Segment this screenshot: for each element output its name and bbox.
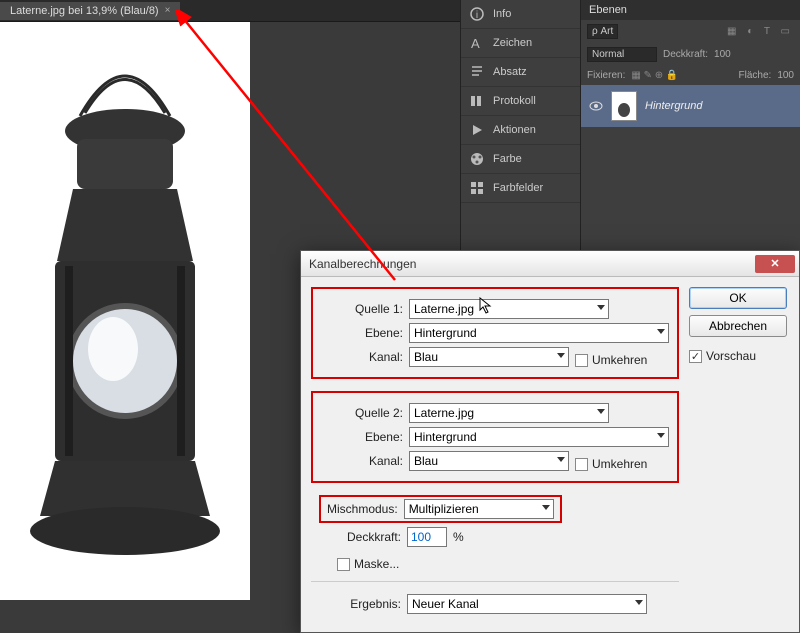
checkbox-icon [337,558,350,571]
close-icon[interactable]: ✕ [755,255,795,273]
panel-info[interactable]: i Info [461,0,580,29]
lock-icons[interactable]: ▦ ✎ ⊕ 🔒 [631,70,678,81]
lantern-image [25,61,225,561]
chevron-down-icon [657,329,665,334]
panel-color[interactable]: Farbe [461,145,580,174]
panel-label: Zeichen [493,37,532,49]
document-tab[interactable]: Laterne.jpg bei 13,9% (Blau/8) × [0,2,181,20]
panel-label: Protokoll [493,95,536,107]
calculations-dialog: Kanalberechnungen ✕ Quelle 1: Laterne.jp… [300,250,800,633]
chevron-down-icon [597,409,605,414]
actions-icon [469,122,485,138]
panel-para[interactable]: Absatz [461,58,580,87]
swatch-icon [469,180,485,196]
panel-label: Farbe [493,153,522,165]
opacity-label: Deckkraft: [319,530,401,544]
layer-thumbnail [611,91,637,121]
blend-label: Mischmodus: [327,502,398,516]
opacity-label: Deckkraft: [663,49,708,60]
checkbox-icon [575,458,588,471]
source2-group: Quelle 2: Laterne.jpg Ebene: Hintergrund… [311,391,679,483]
layers-panel: Ebenen ρ Art ▦ ◐ T ▭ Normal Deckkraft: 1… [580,0,800,250]
svg-text:i: i [476,10,478,21]
cursor-icon [479,297,493,315]
source1-group: Quelle 1: Laterne.jpg Ebene: Hintergrund… [311,287,679,379]
panel-history[interactable]: Protokoll [461,87,580,116]
document-canvas[interactable] [0,22,250,600]
layer-filter[interactable]: ρ Art [587,24,618,39]
panel-char[interactable]: A Zeichen [461,29,580,58]
chevron-down-icon [542,505,550,510]
src2-select[interactable]: Laterne.jpg [409,403,609,423]
layer-row-background[interactable]: Hintergrund [581,85,800,127]
checkbox-icon: ✓ [689,350,702,363]
lock-label: Fixieren: [587,70,625,81]
result-label: Ergebnis: [319,597,401,611]
chevron-down-icon [557,353,565,358]
panel-actions[interactable]: Aktionen [461,116,580,145]
src2-invert-check[interactable]: Umkehren [575,457,647,471]
src1-select[interactable]: Laterne.jpg [409,299,609,319]
src1-chan-label: Kanal: [321,350,403,364]
blend-group: Mischmodus: Multiplizieren [319,495,562,523]
src1-chan-select[interactable]: Blau [409,347,569,367]
src2-label: Quelle 2: [321,406,403,420]
dialog-titlebar[interactable]: Kanalberechnungen ✕ [301,251,799,277]
src1-layer-select[interactable]: Hintergrund [409,323,669,343]
src2-chan-label: Kanal: [321,454,403,468]
panel-label: Absatz [493,66,527,78]
chevron-down-icon [657,433,665,438]
src1-label: Quelle 1: [321,302,403,316]
panel-swatches[interactable]: Farbfelder [461,174,580,203]
filter-icons[interactable]: ▦ ◐ T ▭ [727,26,794,37]
svg-text:A: A [471,36,480,51]
mask-check[interactable]: Maske... [337,557,399,571]
color-icon [469,151,485,167]
opacity-value[interactable]: 100 [714,49,731,60]
panel-label: Info [493,8,511,20]
layer-name: Hintergrund [645,100,702,112]
chevron-down-icon [635,600,643,605]
close-tab-icon[interactable]: × [165,5,171,16]
pct-label: % [453,530,464,544]
panel-dock: i Info A Zeichen Absatz Protokoll Aktionen… [460,0,580,250]
src2-layer-select[interactable]: Hintergrund [409,427,669,447]
src1-layer-label: Ebene: [321,326,403,340]
fill-value[interactable]: 100 [777,70,794,81]
chevron-down-icon [557,457,565,462]
layers-header[interactable]: Ebenen [581,0,800,20]
info-icon: i [469,6,485,22]
ok-button[interactable]: OK [689,287,787,309]
checkbox-icon [575,354,588,367]
char-icon: A [469,35,485,51]
blend-mode-select[interactable]: Normal [587,47,657,62]
panel-label: Farbfelder [493,182,543,194]
cancel-button[interactable]: Abbrechen [689,315,787,337]
visibility-icon[interactable] [589,99,603,113]
dialog-title: Kanalberechnungen [309,257,755,271]
result-select[interactable]: Neuer Kanal [407,594,647,614]
history-icon [469,93,485,109]
src2-layer-label: Ebene: [321,430,403,444]
fill-label: Fläche: [739,70,772,81]
src2-chan-select[interactable]: Blau [409,451,569,471]
para-icon [469,64,485,80]
opacity-input[interactable]: 100 [407,527,447,547]
chevron-down-icon [597,305,605,310]
panel-label: Aktionen [493,124,536,136]
tab-title: Laterne.jpg bei 13,9% (Blau/8) [10,5,159,17]
preview-check[interactable]: ✓Vorschau [689,349,787,363]
src1-invert-check[interactable]: Umkehren [575,353,647,367]
blend-select[interactable]: Multiplizieren [404,499,554,519]
